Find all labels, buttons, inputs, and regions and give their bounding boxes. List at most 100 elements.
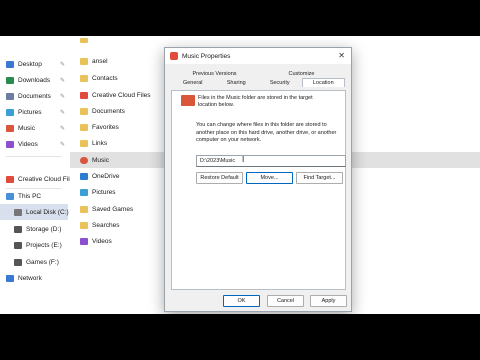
description-line-2: another place on this hard drive, anothe…: [196, 130, 337, 136]
nav-item-label: Network: [18, 274, 42, 282]
creative-cloud-icon: [6, 175, 14, 183]
properties-dialog: Music Properties ✕ Previous Versions Cus…: [164, 47, 352, 312]
list-item-label: Searches: [92, 221, 120, 229]
pin-icon: ✎: [60, 125, 66, 132]
restore-default-button[interactable]: Restore Default: [196, 172, 243, 184]
nav-item-pictures[interactable]: Pictures ✎: [0, 104, 68, 120]
tab-customize[interactable]: Customize: [258, 69, 345, 78]
location-info-line-2: location below.: [198, 102, 235, 108]
nav-item-label: Projects (E:): [26, 241, 62, 249]
nav-item-games-f[interactable]: Games (F:): [0, 254, 68, 270]
list-item-label: Links: [92, 139, 108, 147]
tab-row-bottom: General Sharing Security Location: [171, 78, 345, 87]
list-item-label: Videos: [92, 237, 112, 245]
list-item-label: Creative Cloud Files: [92, 91, 151, 99]
pictures-icon: [6, 108, 14, 116]
dialog-title: Music Properties: [182, 52, 231, 60]
folder-icon: [80, 205, 88, 213]
location-panel: Files in the Music folder are stored in …: [171, 90, 346, 290]
location-path-input[interactable]: D:\2023\Music: [196, 155, 346, 167]
drive-icon: [14, 258, 22, 266]
folder-icon: [80, 107, 88, 115]
tab-previous-versions[interactable]: Previous Versions: [171, 69, 258, 78]
tab-location[interactable]: Location: [301, 78, 345, 87]
pin-icon: ✎: [60, 77, 66, 84]
nav-divider: [6, 156, 62, 157]
cancel-button[interactable]: Cancel: [267, 295, 304, 307]
creative-cloud-icon: [80, 91, 88, 99]
folder-icon: [80, 123, 88, 131]
location-info-line-1: Files in the Music folder are stored in …: [198, 95, 313, 101]
nav-item-label: Desktop: [18, 60, 42, 68]
list-item-label: Pictures: [92, 188, 116, 196]
navigation-pane: Desktop ✎ Downloads ✎ Documents ✎ Pictures ✎…: [0, 36, 77, 314]
music-icon: [80, 156, 88, 164]
pin-icon: ✎: [60, 109, 66, 116]
apply-button[interactable]: Apply: [310, 295, 347, 307]
tab-sharing[interactable]: Sharing: [215, 78, 259, 87]
nav-item-music[interactable]: Music ✎: [0, 120, 68, 136]
description-line-3: computer on your network.: [196, 137, 262, 143]
drive-icon: [14, 225, 22, 233]
move-button[interactable]: Move...: [246, 172, 293, 184]
nav-item-label: Videos: [18, 140, 38, 148]
nav-item-network[interactable]: Network: [0, 270, 68, 286]
nav-item-creative-cloud[interactable]: Creative Cloud Files: [0, 171, 77, 187]
list-item-label: Saved Games: [92, 205, 134, 213]
nav-item-label: Downloads: [18, 76, 51, 84]
nav-item-videos[interactable]: Videos ✎: [0, 136, 68, 152]
nav-item-documents[interactable]: Documents ✎: [0, 88, 68, 104]
description-line-1: You can change where files in this folde…: [196, 122, 327, 128]
close-button[interactable]: ✕: [338, 51, 345, 60]
list-item-label: OneDrive: [92, 172, 120, 180]
folder-icon: [80, 37, 88, 43]
folder-icon: [80, 57, 88, 65]
pin-icon: ✎: [60, 93, 66, 100]
pictures-icon: [80, 188, 88, 196]
nav-item-projects-e[interactable]: Projects (E:): [0, 237, 68, 253]
nav-item-label: Creative Cloud Files: [18, 175, 77, 183]
nav-item-downloads[interactable]: Downloads ✎: [0, 72, 68, 88]
ok-button[interactable]: OK: [223, 295, 260, 307]
network-icon: [6, 274, 14, 282]
nav-item-desktop[interactable]: Desktop ✎: [0, 56, 68, 72]
music-icon: [6, 124, 14, 132]
list-item-label: Documents: [92, 107, 125, 115]
nav-item-label: This PC: [18, 192, 42, 200]
tab-general[interactable]: General: [171, 78, 215, 87]
list-item-partial: [70, 36, 480, 44]
nav-item-this-pc[interactable]: This PC: [0, 188, 68, 204]
list-item-label: Music: [92, 156, 109, 164]
music-icon: [170, 52, 178, 60]
nav-item-label: Local Disk (C:): [26, 208, 69, 216]
nav-item-label: Pictures: [18, 108, 42, 116]
downloads-icon: [6, 76, 14, 84]
documents-icon: [6, 92, 14, 100]
pin-icon: ✎: [60, 61, 66, 68]
text-cursor-icon: I: [242, 155, 245, 164]
nav-item-label: Games (F:): [26, 258, 59, 266]
nav-item-label: Music: [18, 124, 35, 132]
computer-icon: [6, 192, 14, 200]
videos-icon: [80, 237, 88, 245]
tab-security[interactable]: Security: [258, 78, 302, 87]
folder-icon: [80, 139, 88, 147]
drive-icon: [14, 241, 22, 249]
nav-item-label: Storage (D:): [26, 225, 62, 233]
nav-item-storage-d[interactable]: Storage (D:): [0, 221, 68, 237]
list-item-label: ansel: [92, 57, 108, 65]
videos-icon: [6, 140, 14, 148]
list-item-label: Contacts: [92, 74, 118, 82]
drive-icon: [14, 208, 22, 216]
nav-item-local-disk-c[interactable]: Local Disk (C:): [0, 204, 69, 220]
onedrive-icon: [80, 172, 88, 180]
dialog-titlebar: Music Properties ✕: [165, 48, 351, 64]
tab-row-top: Previous Versions Customize: [171, 69, 345, 78]
pin-icon: ✎: [60, 141, 66, 148]
folder-icon: [80, 74, 88, 82]
folder-icon: [80, 221, 88, 229]
list-item-label: Favorites: [92, 123, 119, 131]
find-target-button[interactable]: Find Target...: [296, 172, 343, 184]
desktop-icon: [6, 60, 14, 68]
nav-item-label: Documents: [18, 92, 51, 100]
